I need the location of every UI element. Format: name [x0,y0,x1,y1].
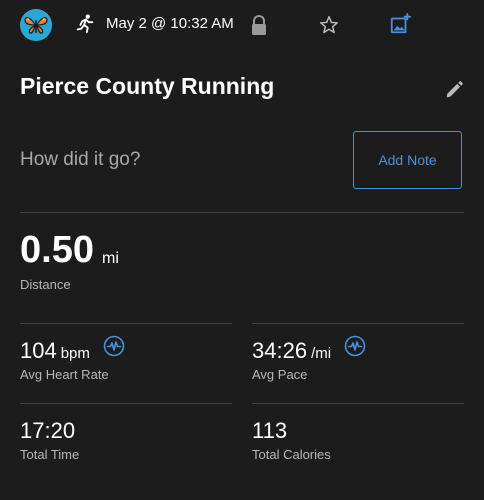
pace-label: Avg Pace [252,367,308,382]
lock-icon[interactable] [249,14,269,36]
add-note-button[interactable]: Add Note [353,131,462,189]
distance-unit: mi [102,250,119,267]
butterfly-icon [20,9,52,41]
pace-unit: /mi [311,345,332,362]
divider [252,403,464,404]
add-photo-icon[interactable] [389,13,411,35]
divider [20,403,232,404]
activity-detail-screen: May 2 @ 10:32 AM Pierce County Running H… [0,0,484,500]
distance-value: 0.50 [20,229,94,271]
activity-title: Pierce County Running [20,73,275,99]
total-time-value: 17:20 [20,418,76,443]
activity-date: May 2 @ 10:32 AM [106,15,234,32]
header-bar: May 2 @ 10:32 AM [0,0,484,50]
distance-label: Distance [20,277,71,292]
pace-value: 34:26 [252,338,308,363]
heart-rate-value: 104 [20,338,57,363]
pace-graph-icon[interactable] [344,335,366,357]
heart-rate-graph-icon[interactable] [103,335,125,357]
avatar[interactable] [20,9,52,41]
note-prompt[interactable]: How did it go? [20,149,140,171]
pencil-edit-icon[interactable] [443,79,465,101]
total-time-label: Total Time [20,447,80,462]
total-calories-label: Total Calories [252,447,331,462]
divider [20,323,232,324]
heart-rate-unit: bpm [60,345,90,362]
running-icon [76,14,94,34]
divider [20,212,464,213]
divider [252,323,464,324]
heart-rate-label: Avg Heart Rate [20,367,109,382]
star-icon[interactable] [318,14,340,36]
pace-stat: 34:26/mi [252,338,331,364]
total-calories-value: 113 [252,418,288,443]
heart-rate-stat: 104 bpm [20,338,90,364]
